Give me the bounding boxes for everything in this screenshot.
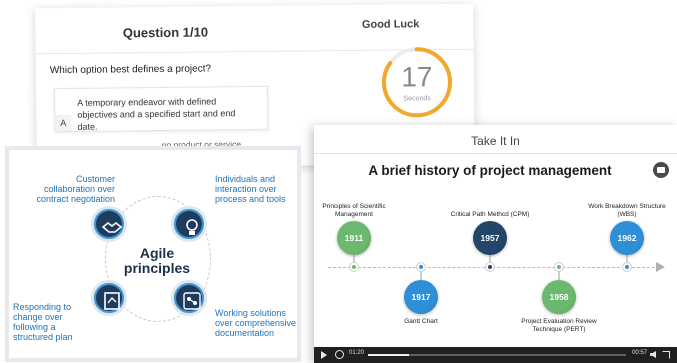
handshake-icon	[91, 206, 127, 242]
timeline-year-1957: 1957	[473, 221, 507, 255]
timeline-year-1962: 1962	[610, 221, 644, 255]
agile-principles-card: Customer collaboration over contract neg…	[5, 146, 301, 362]
video-controls-bar: 01:20 00:57	[314, 347, 677, 363]
quiz-option-text: A temporary endeavor with defined object…	[77, 96, 236, 132]
volume-icon[interactable]	[650, 351, 656, 358]
timeline-label: Principles of Scientific Management	[322, 203, 386, 218]
workflow-icon	[171, 280, 207, 316]
timeline-year-1917: 1917	[404, 280, 438, 314]
quiz-option-a[interactable]: A temporary endeavor with defined object…	[54, 85, 269, 133]
title-divider	[314, 153, 677, 154]
timeline-year-1958: 1958	[542, 280, 576, 314]
seek-bar-progress	[368, 354, 410, 356]
timeline-label: Work Breakdown Structure (WBS)	[588, 203, 666, 218]
fullscreen-icon[interactable]	[662, 351, 670, 359]
lightbulb-icon	[171, 206, 207, 242]
timeline-marker	[486, 263, 494, 271]
timeline-marker	[623, 263, 631, 271]
replay-icon[interactable]	[335, 350, 344, 359]
timeline-label: Critical Path Methcd (CPM)	[450, 210, 530, 218]
timeline-arrow-icon	[656, 262, 665, 272]
principle-customer-collaboration: Customer collaboration over contract neg…	[36, 174, 115, 204]
slide-heading: A brief history of project management	[368, 163, 612, 178]
chat-icon[interactable]	[653, 162, 669, 178]
timeline-axis	[328, 267, 660, 268]
principle-individuals-interaction: Individuals and interaction over process…	[215, 174, 286, 204]
video-window-title: Take It In	[471, 134, 520, 148]
change-document-icon	[91, 280, 127, 316]
timer-value: 17	[401, 61, 433, 93]
screenshot-stage: Question 1/10 Good Luck Which option bes…	[0, 0, 677, 363]
timeline-label: Gantt Chart	[404, 318, 438, 325]
quiz-option-letter: A	[55, 114, 72, 132]
countdown-timer: 17 Seconds	[380, 37, 455, 134]
current-time: 01:20	[349, 350, 365, 356]
agile-title: Agile principles	[123, 245, 191, 276]
timeline-marker	[350, 263, 358, 271]
seek-bar[interactable]	[368, 354, 626, 356]
question-counter: Question 1/10	[122, 24, 209, 41]
play-icon[interactable]	[321, 351, 327, 359]
timeline-label: Project Evaluation Review Technique (PER…	[521, 318, 597, 333]
good-luck-label: Good Luck	[361, 18, 420, 31]
quiz-question: Which option best defines a project?	[49, 63, 212, 77]
timeline-year-1911: 1911	[337, 221, 371, 255]
total-time: 00:57	[632, 350, 648, 356]
principle-working-solutions: Working solutions over comprehensive doc…	[215, 308, 297, 338]
timeline-marker	[555, 263, 563, 271]
principle-responding-to-change: Responding to change over following a st…	[13, 302, 73, 342]
video-player-card: Take It In A brief history of project ma…	[314, 125, 677, 363]
timeline-marker	[417, 263, 425, 271]
timer-unit: Seconds	[403, 95, 431, 103]
agile-principles-panel: Customer collaboration over contract neg…	[9, 150, 297, 358]
